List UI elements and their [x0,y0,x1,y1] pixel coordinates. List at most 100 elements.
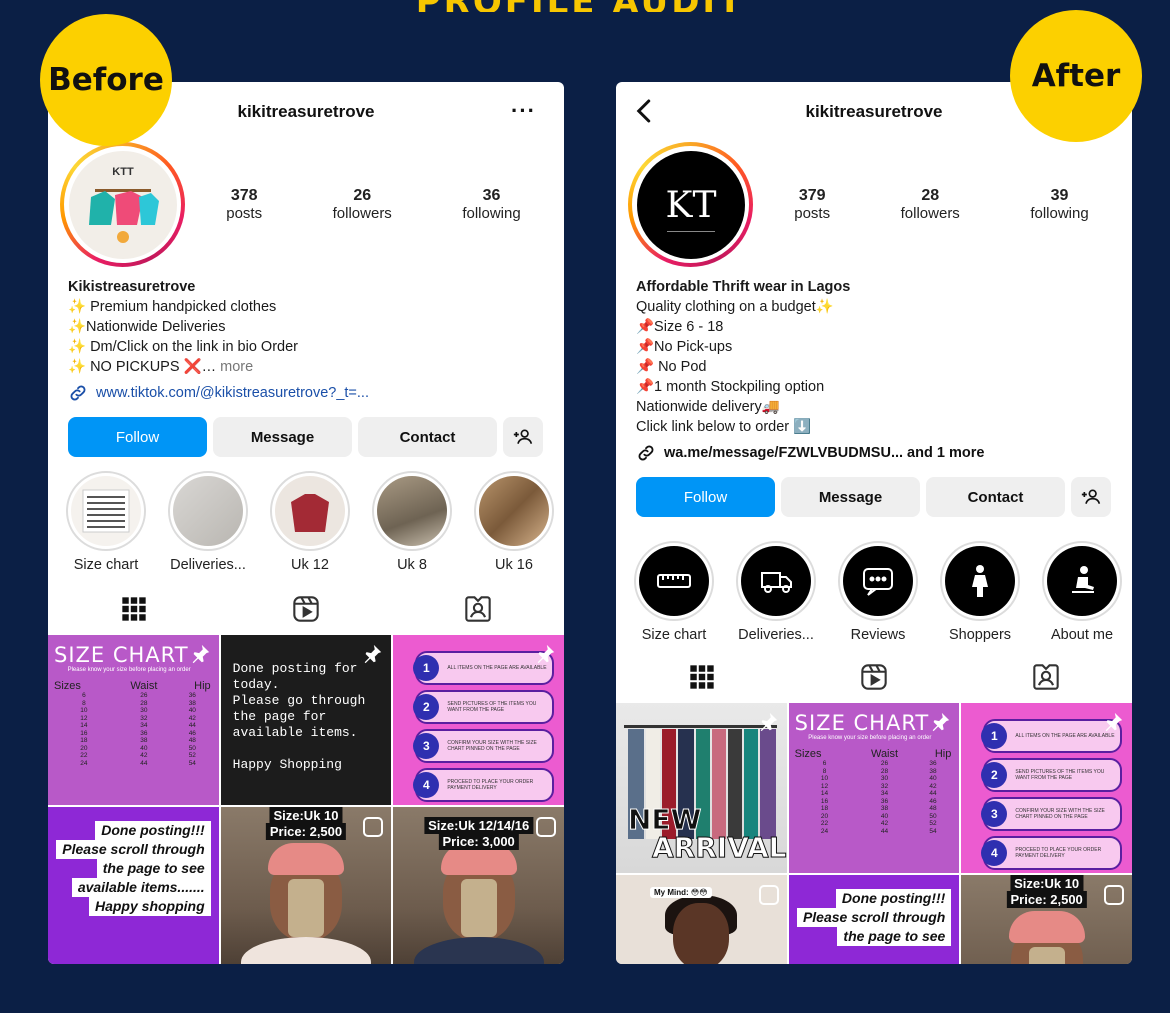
message-button[interactable]: Message [781,477,920,517]
truck-icon [761,572,792,593]
bio-line: Nationwide delivery🚚 [636,399,780,415]
profile-row: KTT 378 posts 26 followers 36 following [48,142,564,267]
pin-icon [932,712,950,732]
before-badge: Before [40,14,172,146]
ruler-icon [657,574,691,588]
contact-button[interactable]: Contact [926,477,1065,517]
posts-grid: NEW ARRIVAL SIZE CHART Please know your … [616,703,1132,964]
link-icon [638,445,654,461]
bio-line: 📌No Pick-ups [636,339,733,355]
highlight-reviews[interactable]: Reviews [836,541,920,643]
pin-icon [1105,712,1123,732]
post-done-posting[interactable]: Done posting!!! Please scroll through th… [788,875,960,964]
after-profile-screen: kikitreasuretrove KT 379 posts 28 follower… [616,82,1132,964]
highlight-size-chart[interactable]: Size chart [632,541,716,643]
grid-tab-icon[interactable] [688,663,716,691]
posts-count[interactable]: 379 posts [794,187,830,222]
bio-more-link[interactable]: more [220,359,253,375]
action-buttons: Follow Message Contact [616,477,1132,517]
profile-tabs [616,653,1132,701]
posts-count[interactable]: 378 posts [226,187,262,222]
followers-count[interactable]: 28 followers [901,187,960,222]
more-options-icon[interactable]: ··· [511,98,536,124]
profile-stats: 378 posts 26 followers 36 following [191,187,556,222]
bio-link[interactable]: wa.me/message/FZWLVBUDMSU... and 1 more [636,443,1112,463]
add-user-button[interactable] [1071,477,1111,517]
post-video-price[interactable]: Size:Uk 10 Price: 2,500 [220,807,392,964]
tagged-tab-icon[interactable] [464,595,492,623]
highlight-about-me[interactable]: About me [1040,541,1124,643]
post-size-chart[interactable]: SIZE CHART Please know your size before … [788,703,960,873]
post-size-chart[interactable]: SIZE CHART Please know your size before … [48,635,219,805]
add-user-icon [513,429,533,444]
reel-icon [363,817,384,837]
before-profile-screen: kikitreasuretrove ··· KTT 378 posts 26 f… [48,82,564,964]
after-badge: After [1010,10,1142,142]
profile-row: KT 379 posts 28 followers 39 following [616,142,1132,267]
bio-link[interactable]: www.tiktok.com/@kikistreasuretrove?_t=..… [68,383,544,403]
bio-name: Kikistreasuretrove [68,279,196,295]
highlight-shoppers[interactable]: Shoppers [938,541,1022,643]
following-count[interactable]: 36 following [462,187,520,222]
post-done-posting[interactable]: Done posting!!! Please scroll through th… [48,807,219,964]
bio-name: Affordable Thrift wear in Lagos [636,279,851,295]
avatar-image: KTT [68,150,177,259]
link-icon [70,385,86,401]
add-user-button[interactable] [503,417,543,457]
back-icon[interactable] [630,96,660,126]
bio-line: 📌1 month Stockpiling option [636,379,825,395]
bio-line: 📌 No Pod [636,359,707,375]
svg-text:KT: KT [665,185,716,226]
followers-count[interactable]: 26 followers [333,187,392,222]
highlight-deliveries[interactable]: Deliveries... [734,541,818,643]
reels-tab-icon[interactable] [860,663,888,691]
contact-button[interactable]: Contact [358,417,497,457]
bio-line: Quality clothing on a budget✨ [636,299,834,315]
reel-icon [536,817,556,837]
username: kikitreasuretrove [805,102,943,121]
bio-line: 📌Size 6 - 18 [636,319,724,335]
bio-line: ✨ Premium handpicked clothes [68,299,277,315]
chat-icon [863,568,893,596]
bio-line: ✨Nationwide Deliveries [68,319,226,335]
highlight-uk8[interactable]: Uk 8 [370,471,454,573]
add-user-icon [1081,489,1101,504]
profile-tabs [48,585,564,633]
post-video-price[interactable]: Size:Uk 10 Price: 2,500 [961,875,1132,964]
tagged-tab-icon[interactable] [1032,663,1060,691]
highlight-uk16[interactable]: Uk 16 [472,471,556,573]
avatar[interactable]: KTT [60,142,185,267]
bio: Affordable Thrift wear in Lagos Quality … [616,267,1132,463]
woman-icon [972,565,988,597]
following-count[interactable]: 39 following [1030,187,1088,222]
post-video-my-mind[interactable]: My Mind: 😳😳 [616,875,787,964]
post-video-price[interactable]: Size:Uk 12/14/16 Price: 3,000 [393,807,564,964]
reel-icon [758,885,779,905]
post-order-steps[interactable]: 1 ALL ITEMS ON THE PAGE ARE AVAILABLE 2 SE… [961,703,1132,873]
page-heading-cutoff: PROFILE AUDIT [410,0,750,12]
profile-stats: 379 posts 28 followers 39 following [759,187,1124,222]
action-buttons: Follow Message Contact [48,417,564,457]
post-new-arrival[interactable]: NEW ARRIVAL [616,703,787,873]
follow-button[interactable]: Follow [636,477,775,517]
highlight-size-chart[interactable]: Size chart [64,471,148,573]
avatar[interactable]: KT [628,142,753,267]
post-order-steps[interactable]: 1 ALL ITEMS ON THE PAGE ARE AVAILABLE 2 SE… [393,635,564,805]
avatar-logo: KT [636,150,745,259]
follow-button[interactable]: Follow [68,417,207,457]
posts-grid: SIZE CHART Please know your size before … [48,635,564,964]
pin-icon [537,644,555,664]
bio-line: Click link below to order ⬇️ [636,419,812,435]
message-button[interactable]: Message [213,417,352,457]
highlight-deliveries[interactable]: Deliveries... [166,471,250,573]
highlight-uk12[interactable]: Uk 12 [268,471,352,573]
grid-tab-icon[interactable] [120,595,148,623]
bio-line: ✨ NO PICKUPS ❌… more [68,359,254,375]
post-done-posting-text[interactable]: Done posting for today. Please go throug… [220,635,392,805]
pin-icon [364,644,382,664]
pin-icon [192,644,209,664]
reels-tab-icon[interactable] [292,595,320,623]
bio-line: ✨ Dm/Click on the link in bio Order [68,339,298,355]
bio: Kikistreasuretrove ✨ Premium handpicked … [48,267,564,403]
person-seated-icon [1072,566,1094,593]
